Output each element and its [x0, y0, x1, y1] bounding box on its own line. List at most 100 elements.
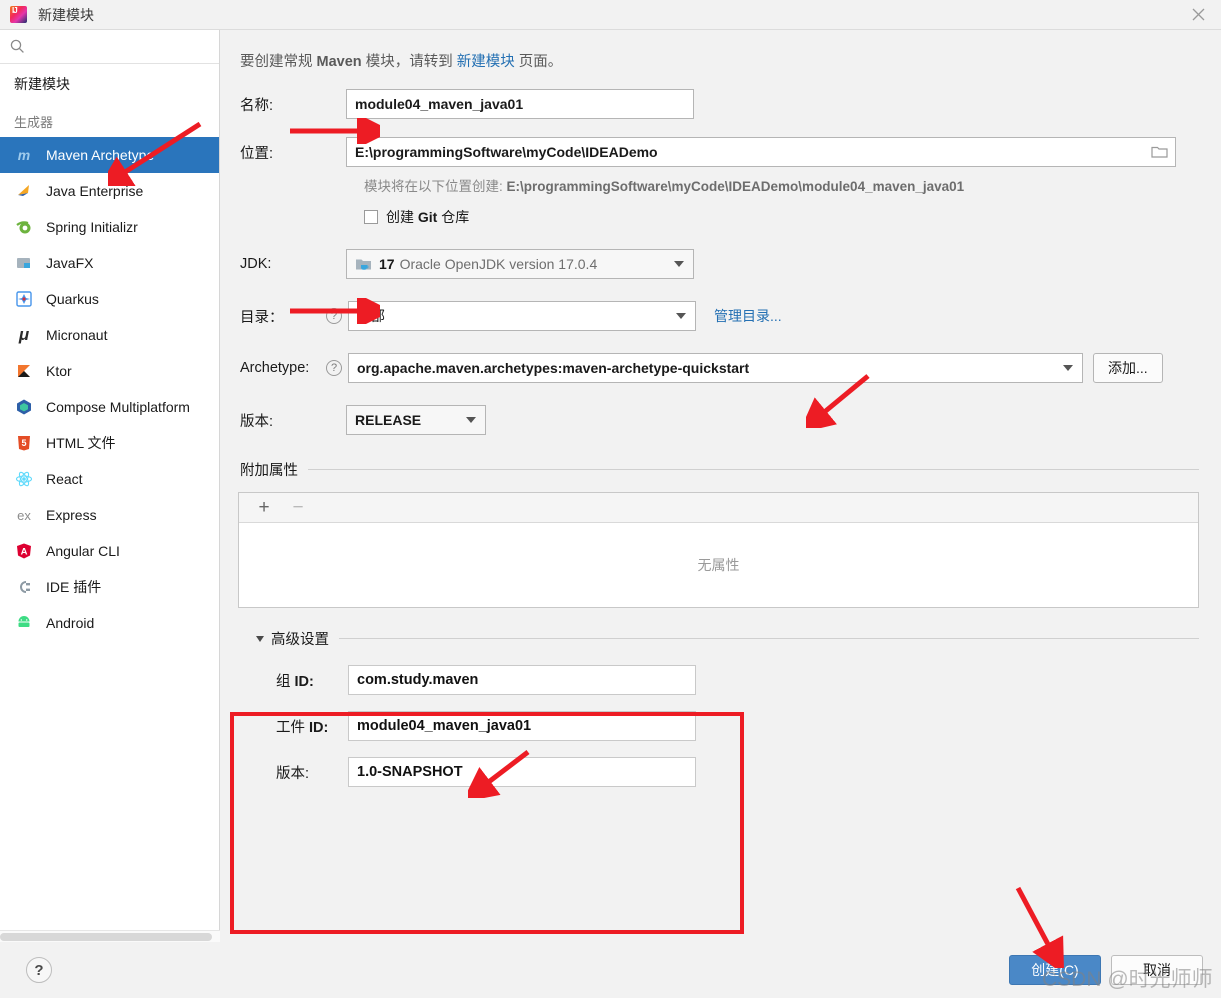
- location-input[interactable]: E:\programmingSoftware\myCode\IDEADemo: [346, 137, 1176, 167]
- git-label-bold: Git: [417, 209, 438, 225]
- jdk-version-name: Oracle OpenJDK version 17.0.4: [399, 256, 598, 272]
- help-icon[interactable]: ?: [326, 360, 342, 376]
- folder-icon[interactable]: [1151, 144, 1169, 160]
- ktor-icon: [14, 361, 34, 381]
- new-module-link[interactable]: 新建模块: [457, 54, 515, 70]
- git-checkbox[interactable]: [364, 210, 378, 224]
- desc-prefix: 要创建常规: [240, 54, 317, 70]
- new-module-dialog: 新建模块 新建模块 生成器 m: [0, 0, 1221, 998]
- jdk-label: JDK:: [240, 256, 272, 272]
- main-panel: 要创建常规 Maven 模块，请转到 新建模块 页面。 名称: module04…: [220, 30, 1221, 942]
- jdk-version-number: 17: [379, 256, 395, 272]
- divider: [339, 638, 1199, 639]
- sidebar-item-label: HTML 文件: [46, 435, 116, 451]
- svg-text:A: A: [21, 547, 28, 558]
- sidebar-item-javafx[interactable]: JavaFX: [0, 245, 219, 281]
- sidebar-item-android[interactable]: Android: [0, 605, 219, 641]
- sidebar-item-ide-plugin[interactable]: IDE 插件: [0, 569, 219, 605]
- sidebar-item-label: Java Enterprise: [46, 183, 144, 199]
- group-id-row: 组 ID: com.study.maven: [276, 665, 1199, 695]
- sidebar-item-label: JavaFX: [46, 255, 94, 271]
- jdk-select[interactable]: 17 Oracle OpenJDK version 17.0.4: [346, 249, 694, 279]
- compose-icon: [14, 397, 34, 417]
- sidebar-item-express[interactable]: ex Express: [0, 497, 219, 533]
- java-enterprise-icon: [14, 181, 34, 201]
- git-checkbox-row[interactable]: 创建 Git 仓库: [364, 207, 1199, 227]
- ide-plugin-icon: [14, 577, 34, 597]
- sidebar-item-quarkus[interactable]: Quarkus: [0, 281, 219, 317]
- scrollbar-thumb[interactable]: [0, 933, 212, 941]
- section-header: 附加属性: [238, 459, 1199, 480]
- group-id-input[interactable]: com.study.maven: [348, 665, 696, 695]
- additional-properties-title: 附加属性: [240, 463, 298, 479]
- properties-empty-text: 无属性: [697, 557, 740, 573]
- location-hint: 模块将在以下位置创建: E:\programmingSoftware\myCod…: [364, 175, 1199, 195]
- sidebar-item-label: React: [46, 471, 83, 487]
- title-bar: 新建模块: [0, 0, 1221, 30]
- hint-prefix: 模块将在以下位置创建:: [364, 179, 507, 194]
- dialog-footer: ? 创建(C) 取消: [0, 942, 1221, 998]
- minus-icon[interactable]: −: [287, 497, 309, 519]
- sidebar-item-html-file[interactable]: 5 HTML 文件: [0, 425, 219, 461]
- create-button[interactable]: 创建(C): [1009, 955, 1101, 985]
- sidebar-item-angular-cli[interactable]: A Angular CLI: [0, 533, 219, 569]
- advanced-settings-header[interactable]: 高级设置: [240, 628, 1199, 649]
- archetype-row: Archetype: ? org.apache.maven.archetypes…: [238, 353, 1199, 383]
- sidebar-item-spring-initializr[interactable]: Spring Initializr: [0, 209, 219, 245]
- sidebar-horizontal-scrollbar[interactable]: [0, 930, 220, 942]
- chevron-down-icon[interactable]: [1063, 365, 1073, 371]
- advanced-settings-title: 高级设置: [271, 632, 329, 648]
- catalog-select[interactable]: 内部: [348, 301, 696, 331]
- git-label-prefix: 创建: [386, 209, 418, 225]
- add-archetype-button[interactable]: 添加...: [1093, 353, 1163, 383]
- close-icon[interactable]: [1185, 4, 1211, 26]
- group-id-label: 组 ID:: [276, 670, 348, 691]
- manage-catalogs-link[interactable]: 管理目录...: [714, 306, 782, 326]
- android-icon: [14, 613, 34, 633]
- archetype-version-label: 版本:: [240, 413, 274, 430]
- svg-text:5: 5: [21, 438, 26, 448]
- chevron-down-icon[interactable]: [676, 313, 686, 319]
- advanced-settings-section: 高级设置 组 ID: com.study.maven 工件 ID: module…: [238, 628, 1199, 787]
- plus-icon[interactable]: +: [253, 497, 275, 519]
- help-icon[interactable]: ?: [26, 957, 52, 983]
- search-input[interactable]: [33, 38, 193, 55]
- name-label: 名称:: [240, 97, 274, 114]
- project-version-label: 版本:: [276, 765, 310, 782]
- sidebar-item-compose-multiplatform[interactable]: Compose Multiplatform: [0, 389, 219, 425]
- artifact-id-label-prefix: 工件: [276, 719, 310, 736]
- sidebar-item-label: Ktor: [46, 363, 72, 379]
- generators-sidebar: 新建模块 生成器 m Maven Archetype Java Enterpri…: [0, 30, 220, 942]
- archetype-select[interactable]: org.apache.maven.archetypes:maven-archet…: [348, 353, 1083, 383]
- sidebar-item-label: Compose Multiplatform: [46, 399, 190, 415]
- artifact-id-input[interactable]: module04_maven_java01: [348, 711, 696, 741]
- chevron-down-icon[interactable]: [674, 261, 684, 267]
- micronaut-icon: μ: [18, 325, 30, 344]
- artifact-id-label-suffix: ID:: [309, 719, 329, 736]
- html-icon: 5: [14, 433, 34, 453]
- sidebar-item-react[interactable]: React: [0, 461, 219, 497]
- sidebar-item-label: Micronaut: [46, 327, 108, 343]
- name-input[interactable]: module04_maven_java01: [346, 89, 694, 119]
- archetype-version-value: RELEASE: [355, 412, 422, 428]
- chevron-down-icon[interactable]: [256, 635, 264, 642]
- chevron-down-icon[interactable]: [466, 417, 476, 423]
- cancel-button[interactable]: 取消: [1111, 955, 1203, 985]
- archetype-version-row: 版本: RELEASE: [238, 405, 1199, 435]
- project-version-input[interactable]: 1.0-SNAPSHOT: [348, 757, 696, 787]
- sidebar-item-maven-archetype[interactable]: m Maven Archetype: [0, 137, 219, 173]
- sidebar-item-label: Express: [46, 507, 97, 523]
- location-label: 位置:: [240, 145, 274, 162]
- sidebar-item-micronaut[interactable]: μ Micronaut: [0, 317, 219, 353]
- generators-group-label: 生成器: [14, 115, 54, 130]
- help-icon[interactable]: ?: [326, 308, 342, 324]
- sidebar-item-ktor[interactable]: Ktor: [0, 353, 219, 389]
- sidebar-item-java-enterprise[interactable]: Java Enterprise: [0, 173, 219, 209]
- desc-suffix: 页面。: [514, 54, 563, 70]
- sidebar-item-label: Quarkus: [46, 291, 99, 307]
- location-value: E:\programmingSoftware\myCode\IDEADemo: [355, 144, 658, 160]
- git-checkbox-label: 创建 Git 仓库: [386, 207, 469, 227]
- artifact-id-label: 工件 ID:: [276, 716, 348, 737]
- tree-root-new-module[interactable]: 新建模块: [0, 68, 219, 100]
- archetype-version-select[interactable]: RELEASE: [346, 405, 486, 435]
